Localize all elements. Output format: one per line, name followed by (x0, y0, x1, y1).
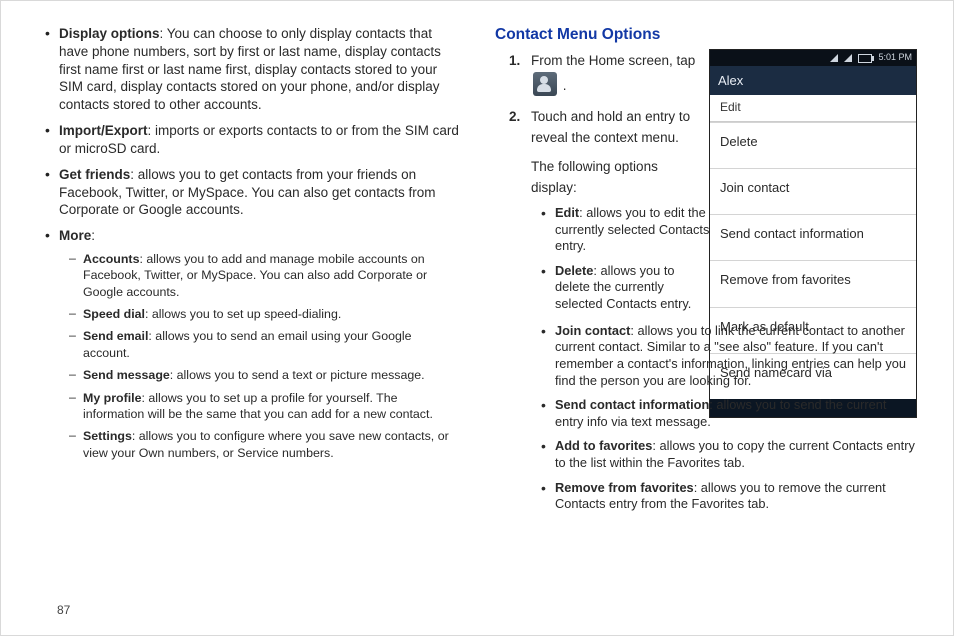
term: Import/Export (59, 123, 148, 138)
menu-item-edit[interactable]: Edit (710, 95, 916, 122)
step-2: Touch and hold an entry to reveal the co… (509, 107, 710, 312)
desc: : allows you to edit the currently selec… (555, 205, 709, 253)
ctx-remove-favorites: Remove from favorites: allows you to rem… (541, 480, 917, 513)
term: Speed dial (83, 307, 145, 321)
ctx-send-contact-info: Send contact information: allows you to … (541, 397, 917, 430)
desc: : allows you to configure where you save… (83, 429, 449, 459)
battery-icon (858, 54, 872, 63)
context-options-wide: Join contact: allows you to link the cur… (495, 323, 917, 513)
option-import-export: Import/Export: imports or exports contac… (45, 122, 459, 158)
ctx-delete: Delete: allows you to delete the current… (541, 263, 710, 313)
term: Display options (59, 26, 160, 41)
term: Add to favorites (555, 438, 652, 453)
desc: : allows you to send a text or picture m… (170, 368, 425, 382)
menu-item-remove-favorites[interactable]: Remove from favorites (710, 260, 916, 306)
desc: : (91, 228, 95, 243)
term: Edit (555, 205, 579, 220)
ctx-add-favorites: Add to favorites: allows you to copy the… (541, 438, 917, 471)
context-menu-title: Alex (710, 66, 916, 95)
option-display: Display options: You can choose to only … (45, 25, 459, 114)
step-2-text: Touch and hold an entry to reveal the co… (531, 109, 690, 145)
sub-speed-dial: Speed dial: allows you to set up speed-d… (69, 306, 459, 322)
term: Accounts (83, 252, 139, 266)
term: Join contact (555, 323, 630, 338)
option-get-friends: Get friends: allows you to get contacts … (45, 166, 459, 219)
options-list: Display options: You can choose to only … (37, 25, 459, 461)
section-heading: Contact Menu Options (495, 25, 917, 45)
term: Get friends (59, 167, 130, 182)
left-column: Display options: You can choose to only … (37, 25, 459, 599)
contacts-app-icon (533, 72, 557, 96)
step-1-post: . (563, 78, 567, 93)
term: Send message (83, 368, 170, 382)
desc: : allows you to set up speed-dialing. (145, 307, 341, 321)
term: Settings (83, 429, 132, 443)
menu-item-delete[interactable]: Delete (710, 122, 916, 168)
two-column-layout: Display options: You can choose to only … (37, 25, 917, 599)
step-2-follow-a: The following options (531, 157, 710, 178)
steps-list: From the Home screen, tap . Touch and ho… (495, 51, 710, 312)
term: Delete (555, 263, 593, 278)
term: Send email (83, 329, 148, 343)
term: Remove from favorites (555, 480, 694, 495)
ctx-join-contact: Join contact: allows you to link the cur… (541, 323, 917, 390)
ctx-edit: Edit: allows you to edit the currently s… (541, 205, 710, 255)
signal-icon (830, 54, 838, 62)
signal-icon (844, 54, 852, 62)
term: My profile (83, 391, 142, 405)
steps-wrap: From the Home screen, tap . Touch and ho… (495, 51, 710, 312)
context-options-narrow: Edit: allows you to edit the currently s… (531, 205, 710, 313)
term: Send contact information (555, 397, 709, 412)
menu-item-join-contact[interactable]: Join contact (710, 168, 916, 214)
menu-item-send-contact-info[interactable]: Send contact information (710, 214, 916, 260)
term: More (59, 228, 91, 243)
phone-status-bar: 5:01 PM (710, 50, 916, 66)
document-page: Display options: You can choose to only … (0, 0, 954, 636)
right-column: Contact Menu Options 5:01 PM Alex Edit D… (495, 25, 917, 599)
status-time: 5:01 PM (878, 52, 912, 64)
step-1-pre: From the Home screen, tap (531, 53, 695, 68)
sub-settings: Settings: allows you to configure where … (69, 428, 459, 461)
sub-send-message: Send message: allows you to send a text … (69, 367, 459, 383)
sub-my-profile: My profile: allows you to set up a profi… (69, 390, 459, 423)
step-1: From the Home screen, tap . (509, 51, 710, 97)
step-2-follow-b: display: (531, 178, 710, 199)
sub-send-email: Send email: allows you to send an email … (69, 328, 459, 361)
page-number: 87 (37, 603, 917, 617)
option-more: More: Accounts: allows you to add and ma… (45, 227, 459, 461)
more-sublist: Accounts: allows you to add and manage m… (59, 251, 459, 461)
sub-accounts: Accounts: allows you to add and manage m… (69, 251, 459, 300)
